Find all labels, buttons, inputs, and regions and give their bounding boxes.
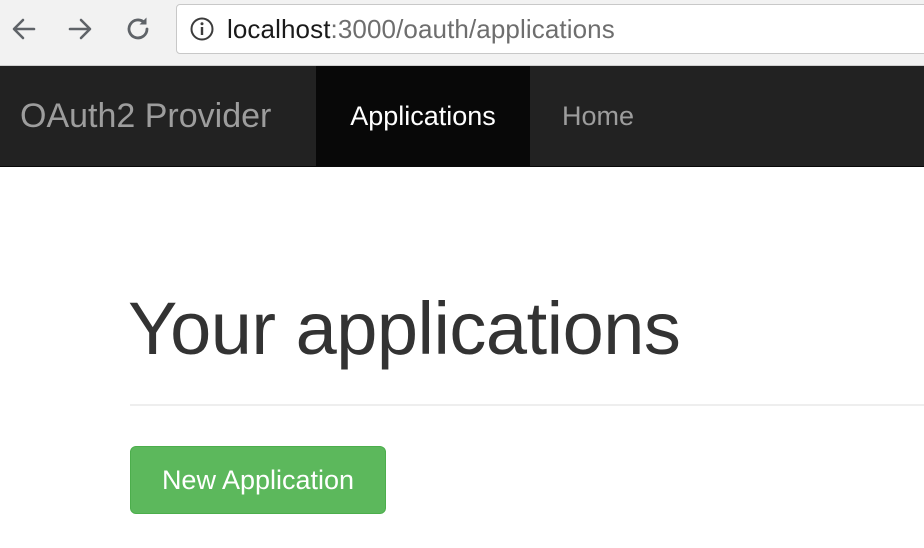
url-host: localhost bbox=[227, 13, 331, 44]
arrow-right-icon bbox=[68, 18, 92, 40]
address-bar[interactable]: localhost:3000/oauth/applications bbox=[176, 4, 924, 54]
heading-divider bbox=[130, 404, 924, 406]
page-title: Your applications bbox=[128, 287, 681, 370]
navbar-brand[interactable]: OAuth2 Provider bbox=[20, 66, 271, 166]
reload-button[interactable] bbox=[118, 9, 158, 49]
info-circle-icon[interactable] bbox=[189, 16, 215, 42]
reload-icon bbox=[127, 17, 149, 40]
new-application-button[interactable]: New Application bbox=[130, 446, 386, 514]
back-button[interactable] bbox=[4, 9, 44, 49]
url-text[interactable]: localhost:3000/oauth/applications bbox=[227, 14, 615, 45]
top-navbar: OAuth2 Provider Applications Home bbox=[0, 66, 924, 167]
nav-item-home[interactable]: Home bbox=[530, 66, 666, 166]
arrow-left-icon bbox=[12, 18, 36, 40]
url-path: :3000/oauth/applications bbox=[330, 13, 615, 44]
nav-item-applications[interactable]: Applications bbox=[316, 66, 530, 166]
forward-button[interactable] bbox=[60, 9, 100, 49]
browser-toolbar: localhost:3000/oauth/applications bbox=[0, 0, 924, 66]
